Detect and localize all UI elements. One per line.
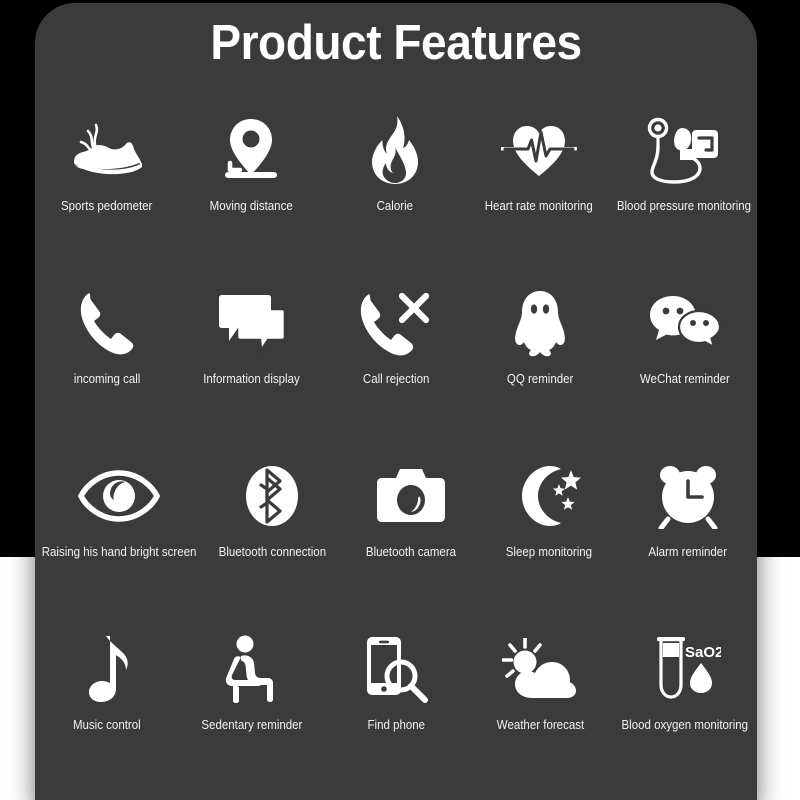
feature-label: incoming call <box>73 372 141 386</box>
features-row: Sports pedometer Moving distance Calorie… <box>35 107 757 280</box>
feature-item-call-rejection[interactable]: Call rejection <box>324 280 468 453</box>
eye-icon <box>78 453 161 539</box>
feature-label: Find phone <box>367 718 425 732</box>
feature-item-raising-hand-bright-screen[interactable]: Raising his hand bright screen <box>35 453 203 626</box>
moon-stars-icon <box>515 453 583 539</box>
wechat-bubbles-icon <box>647 280 723 366</box>
bluetooth-circle-icon <box>244 453 300 539</box>
feature-label: Weather forecast <box>496 718 585 732</box>
feature-item-wechat-reminder[interactable]: WeChat reminder <box>613 280 757 453</box>
feature-item-alarm-reminder[interactable]: Alarm reminder <box>619 453 757 626</box>
feature-label: Sedentary reminder <box>201 718 303 732</box>
feature-label: Call rejection <box>362 372 430 386</box>
product-features-card: Product Features Sports pedometer Moving… <box>35 3 757 800</box>
feature-label: Moving distance <box>209 199 293 213</box>
features-grid: Sports pedometer Moving distance Calorie… <box>35 107 757 799</box>
feature-label: Information display <box>203 372 300 386</box>
features-row: Music control Sedentary reminder Find ph… <box>35 626 757 799</box>
features-row: Raising his hand bright screen Bluetooth… <box>35 453 757 626</box>
alarm-clock-icon <box>654 453 722 539</box>
feature-label: Sports pedometer <box>61 199 153 213</box>
feature-item-weather-forecast[interactable]: Weather forecast <box>468 626 612 799</box>
page-title: Product Features <box>210 16 582 70</box>
feature-label: Blood pressure monitoring <box>616 199 752 213</box>
feature-item-blood-oxygen-monitoring[interactable]: SaO2 Blood oxygen monitoring <box>613 626 757 799</box>
running-shoe-icon <box>68 107 146 193</box>
chat-bubbles-icon <box>216 280 288 366</box>
seated-person-icon <box>224 626 280 712</box>
feature-item-sleep-monitoring[interactable]: Sleep monitoring <box>480 453 618 626</box>
feature-item-incoming-call[interactable]: incoming call <box>35 280 179 453</box>
feature-item-blood-pressure-monitoring[interactable]: Blood pressure monitoring <box>611 107 757 280</box>
feature-label: QQ reminder <box>507 372 574 386</box>
phone-handset-icon <box>78 280 136 366</box>
feature-label: Alarm reminder <box>648 545 728 559</box>
map-pin-icon <box>219 107 283 193</box>
sun-cloud-icon <box>502 626 578 712</box>
features-row: incoming call Information display Call r… <box>35 280 757 453</box>
feature-label: WeChat reminder <box>639 372 730 386</box>
feature-label: Bluetooth connection <box>218 545 327 559</box>
feature-item-qq-reminder[interactable]: QQ reminder <box>468 280 612 453</box>
feature-item-find-phone[interactable]: Find phone <box>324 626 468 799</box>
feature-item-bluetooth-connection[interactable]: Bluetooth connection <box>203 453 341 626</box>
music-note-icon <box>80 626 134 712</box>
sao2-label: SaO2 <box>685 644 721 661</box>
feature-item-heart-rate-monitoring[interactable]: Heart rate monitoring <box>467 107 611 280</box>
feature-item-sports-pedometer[interactable]: Sports pedometer <box>35 107 179 280</box>
feature-label: Calorie <box>376 199 414 213</box>
feature-label: Blood oxygen monitoring <box>621 718 749 732</box>
feature-item-information-display[interactable]: Information display <box>179 280 323 453</box>
phone-reject-icon <box>360 280 432 366</box>
feature-label: Bluetooth camera <box>365 545 456 559</box>
feature-item-calorie[interactable]: Calorie <box>323 107 467 280</box>
feature-label: Heart rate monitoring <box>485 199 594 213</box>
phone-search-icon <box>363 626 429 712</box>
flame-icon <box>366 107 424 193</box>
feature-item-sedentary-reminder[interactable]: Sedentary reminder <box>179 626 323 799</box>
screenshot-root: Product Features Sports pedometer Moving… <box>0 0 800 800</box>
feature-label: Music control <box>73 718 142 732</box>
blood-pressure-monitor-icon <box>644 107 724 193</box>
feature-label: Raising his hand bright screen <box>41 545 197 559</box>
test-tube-blood-drop-icon: SaO2 <box>649 626 721 712</box>
qq-penguin-icon <box>511 280 569 366</box>
feature-item-music-control[interactable]: Music control <box>35 626 179 799</box>
feature-item-bluetooth-camera[interactable]: Bluetooth camera <box>342 453 480 626</box>
feature-item-moving-distance[interactable]: Moving distance <box>179 107 323 280</box>
feature-label: Sleep monitoring <box>506 545 593 559</box>
heart-pulse-icon <box>497 107 581 193</box>
camera-icon <box>376 453 446 539</box>
